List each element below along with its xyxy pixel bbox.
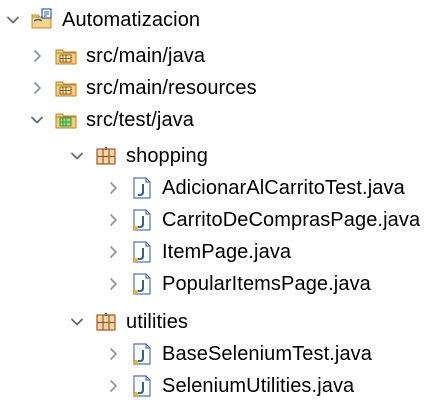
java-file-icon bbox=[130, 240, 154, 264]
tree-item-java-file[interactable]: PopularItemsPage.java bbox=[104, 268, 371, 300]
tree-item-src-main-java[interactable]: src/main/java bbox=[28, 40, 205, 72]
java-file-icon bbox=[130, 272, 154, 296]
project-explorer-tree: Automatizacion src/main/java src/main/re… bbox=[0, 0, 441, 404]
java-file-icon bbox=[130, 176, 154, 200]
tree-item-package-shopping[interactable]: shopping bbox=[68, 140, 208, 172]
chevron-down-icon[interactable] bbox=[68, 147, 86, 165]
chevron-right-icon[interactable] bbox=[104, 345, 122, 363]
java-file-icon bbox=[130, 374, 154, 398]
chevron-down-icon[interactable] bbox=[28, 111, 46, 129]
chevron-right-icon[interactable] bbox=[104, 179, 122, 197]
java-file-label: PopularItemsPage.java bbox=[162, 273, 371, 295]
tree-item-java-file[interactable]: CarritoDeComprasPage.java bbox=[104, 204, 420, 236]
chevron-right-icon[interactable] bbox=[28, 79, 46, 97]
tree-item-java-file[interactable]: SeleniumUtilities.java bbox=[104, 370, 354, 402]
tree-item-src-main-resources[interactable]: src/main/resources bbox=[28, 72, 257, 104]
tree-item-java-file[interactable]: BaseSeleniumTest.java bbox=[104, 338, 372, 370]
java-project-icon bbox=[30, 8, 54, 32]
java-file-label: BaseSeleniumTest.java bbox=[162, 343, 372, 365]
java-file-icon bbox=[130, 342, 154, 366]
java-file-icon bbox=[130, 208, 154, 232]
tree-item-package-utilities[interactable]: utilities bbox=[68, 306, 188, 338]
package-icon bbox=[94, 144, 118, 168]
tree-item-java-file[interactable]: AdicionarAlCarritoTest.java bbox=[104, 172, 405, 204]
chevron-right-icon[interactable] bbox=[104, 275, 122, 293]
package-icon bbox=[94, 310, 118, 334]
tree-item-project[interactable]: Automatizacion bbox=[4, 4, 200, 36]
chevron-right-icon[interactable] bbox=[104, 211, 122, 229]
source-folder-label: src/main/resources bbox=[86, 77, 257, 99]
chevron-down-icon[interactable] bbox=[4, 11, 22, 29]
source-folder-icon bbox=[54, 44, 78, 68]
test-source-folder-icon bbox=[54, 108, 78, 132]
java-file-label: AdicionarAlCarritoTest.java bbox=[162, 177, 405, 199]
tree-item-src-test-java[interactable]: src/test/java bbox=[28, 104, 194, 136]
chevron-down-icon[interactable] bbox=[68, 313, 86, 331]
chevron-right-icon[interactable] bbox=[28, 47, 46, 65]
source-folder-label: src/main/java bbox=[86, 45, 206, 67]
java-file-label: SeleniumUtilities.java bbox=[162, 375, 355, 397]
package-label: utilities bbox=[126, 311, 189, 333]
java-file-label: CarritoDeComprasPage.java bbox=[162, 209, 421, 231]
chevron-right-icon[interactable] bbox=[104, 377, 122, 395]
package-label: shopping bbox=[126, 145, 208, 167]
source-folder-label: src/test/java bbox=[86, 109, 194, 131]
java-file-label: ItemPage.java bbox=[162, 241, 292, 263]
project-label: Automatizacion bbox=[62, 9, 201, 31]
source-folder-icon bbox=[54, 76, 78, 100]
tree-item-java-file[interactable]: ItemPage.java bbox=[104, 236, 291, 268]
chevron-right-icon[interactable] bbox=[104, 243, 122, 261]
